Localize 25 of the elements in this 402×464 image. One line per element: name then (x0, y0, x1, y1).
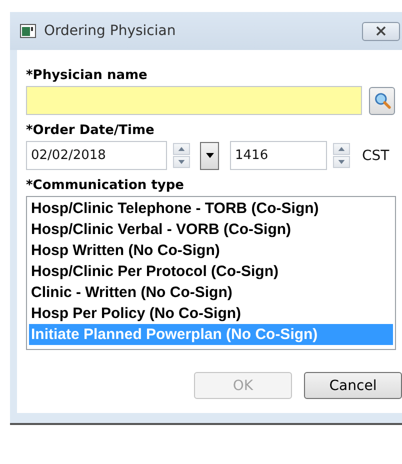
window-icon (20, 24, 36, 38)
cancel-button[interactable]: Cancel (304, 372, 402, 399)
list-item[interactable]: Hosp/Clinic Verbal - VORB (Co-Sign) (29, 219, 393, 240)
calendar-dropdown-button[interactable] (200, 142, 219, 170)
field-label: *Communication type (26, 178, 185, 195)
timezone-label: CST (362, 148, 390, 164)
time-field[interactable]: 1416 (230, 141, 327, 170)
list-item[interactable]: Clinic - Written (No Co-Sign) (29, 282, 393, 303)
field-label: *Order Date/Time (26, 123, 156, 140)
caret-icon (206, 153, 214, 158)
close-button[interactable] (362, 22, 400, 40)
list-item[interactable]: Hosp Written (No Co-Sign) (29, 240, 393, 261)
list-item[interactable]: Hosp/Clinic Telephone - TORB (Co-Sign) (29, 198, 393, 219)
search-icon (374, 92, 390, 109)
search-button[interactable] (369, 86, 395, 114)
date-field[interactable]: 02/02/2018 (26, 141, 167, 170)
list-item[interactable]: Hosp Per Policy (No Co-Sign) (29, 303, 393, 324)
physician-name-field[interactable] (26, 86, 362, 115)
window-title: Ordering Physician (44, 23, 177, 39)
spinner[interactable] (333, 143, 350, 168)
field-label: *Physician name (26, 68, 148, 85)
communication-type-list[interactable] (26, 196, 396, 350)
spinner[interactable] (173, 143, 190, 168)
close-icon (376, 26, 386, 36)
list-item[interactable]: Hosp/Clinic Per Protocol (Co-Sign) (29, 261, 393, 282)
